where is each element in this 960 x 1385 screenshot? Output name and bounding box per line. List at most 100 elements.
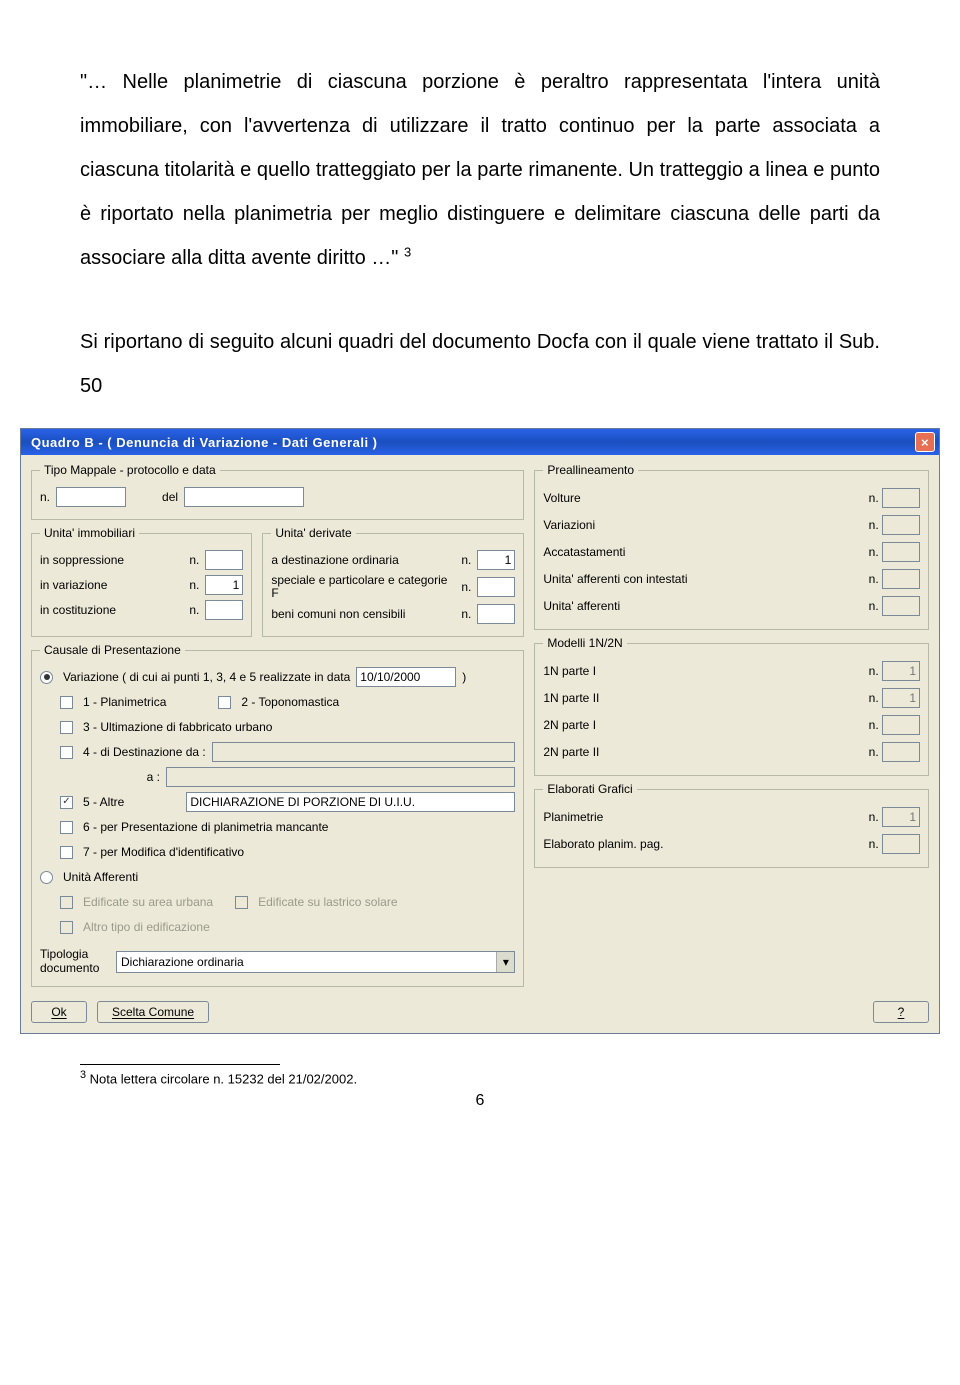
tipologia-doc-select[interactable]: Dichiarazione ordinaria ▾ — [116, 951, 515, 973]
quadro-b-window: Quadro B - ( Denuncia di Variazione - Da… — [20, 428, 940, 1034]
check-edif-solare — [235, 896, 248, 909]
unita-imm-label-0: in soppressione — [40, 553, 124, 567]
legend-elaborati: Elaborati Grafici — [543, 782, 636, 796]
footnote-area: 3 Nota lettera circolare n. 15232 del 21… — [0, 1034, 960, 1110]
ok-button[interactable]: Ok — [31, 1001, 87, 1023]
n-label: n. — [461, 607, 471, 621]
unita-der-label-2: beni comuni non censibili — [271, 607, 405, 621]
n-label: n. — [869, 572, 879, 586]
check-1-planimetrica[interactable] — [60, 696, 73, 709]
destinazione-to-input — [166, 767, 515, 787]
group-modelli: Modelli 1N/2N 1N parte I n. 1N parte II … — [534, 636, 929, 776]
radio-unita-afferenti[interactable] — [40, 871, 53, 884]
window-title: Quadro B - ( Denuncia di Variazione - Da… — [31, 435, 378, 450]
n-label: n. — [869, 810, 879, 824]
variazione-date-input[interactable] — [356, 667, 456, 687]
modelli-label-0: 1N parte I — [543, 664, 596, 678]
label-edif-solare: Edificate su lastrico solare — [258, 895, 397, 909]
label-4a: a : — [40, 770, 160, 784]
help-button[interactable]: ? — [873, 1001, 929, 1023]
n-label: n. — [869, 745, 879, 759]
unita-der-label-0: a destinazione ordinaria — [271, 553, 398, 567]
elab-input-0 — [882, 807, 920, 827]
group-elaborati: Elaborati Grafici Planimetrie n. Elabora… — [534, 782, 929, 868]
n-label: n. — [869, 691, 879, 705]
unita-imm-input-0[interactable] — [205, 550, 243, 570]
n-label: n. — [461, 580, 471, 594]
variazione-close-paren: ) — [462, 670, 466, 684]
n-label: n. — [189, 553, 199, 567]
modelli-input-2 — [882, 715, 920, 735]
modelli-label-2: 2N parte I — [543, 718, 596, 732]
label-unita-afferenti: Unità Afferenti — [63, 870, 138, 884]
modelli-label-1: 1N parte II — [543, 691, 599, 705]
elab-input-1 — [882, 834, 920, 854]
preall-label-3: Unita' afferenti con intestati — [543, 572, 687, 586]
radio-variazione[interactable] — [40, 671, 53, 684]
tipo-mappale-del-input[interactable] — [184, 487, 304, 507]
modelli-label-3: 2N parte II — [543, 745, 599, 759]
destinazione-from-input — [212, 742, 516, 762]
preall-label-2: Accatastamenti — [543, 545, 625, 559]
tipo-mappale-n-input[interactable] — [56, 487, 126, 507]
legend-modelli: Modelli 1N/2N — [543, 636, 626, 650]
unita-der-label-1: speciale e particolare e categorie F — [271, 574, 455, 600]
tipologia-doc-label: Tipologia documento — [40, 948, 110, 974]
label-2-toponomastica: 2 - Toponomastica — [241, 695, 339, 709]
footnote-ref: 3 — [404, 244, 411, 259]
n-label: n. — [869, 518, 879, 532]
label-1-planimetrica: 1 - Planimetrica — [83, 695, 166, 709]
preall-label-0: Volture — [543, 491, 580, 505]
n-label: n. — [461, 553, 471, 567]
unita-imm-input-1[interactable] — [205, 575, 243, 595]
close-button[interactable]: × — [915, 432, 935, 452]
legend-preallineamento: Preallineamento — [543, 463, 638, 477]
n-label: n. — [869, 718, 879, 732]
label-3-ultimazione: 3 - Ultimazione di fabbricato urbano — [83, 720, 272, 734]
check-5-altre[interactable] — [60, 796, 73, 809]
check-7-modifica-id[interactable] — [60, 846, 73, 859]
document-text: "… Nelle planimetrie di ciascuna porzion… — [0, 0, 960, 428]
window-titlebar: Quadro B - ( Denuncia di Variazione - Da… — [21, 429, 939, 455]
preall-input-0 — [882, 488, 920, 508]
check-3-ultimazione[interactable] — [60, 721, 73, 734]
unita-der-input-0[interactable] — [477, 550, 515, 570]
check-2-toponomastica[interactable] — [218, 696, 231, 709]
footnote-text: Nota lettera circolare n. 15232 del 21/0… — [90, 1071, 357, 1086]
n-label: n. — [869, 837, 879, 851]
unita-der-input-1[interactable] — [477, 577, 515, 597]
unita-imm-input-2[interactable] — [205, 600, 243, 620]
tipologia-doc-value: Dichiarazione ordinaria — [121, 955, 244, 969]
unita-imm-label-2: in costituzione — [40, 603, 116, 617]
elab-label-1: Elaborato planim. pag. — [543, 837, 663, 851]
chevron-down-icon: ▾ — [496, 952, 514, 972]
preall-input-1 — [882, 515, 920, 535]
modelli-input-1 — [882, 688, 920, 708]
n-label: n. — [869, 599, 879, 613]
preall-label-1: Variazioni — [543, 518, 595, 532]
group-unita-immobiliari: Unita' immobiliari in soppressione n. in… — [31, 526, 252, 637]
legend-unita-derivate: Unita' derivate — [271, 526, 355, 540]
label-edif-urbana: Edificate su area urbana — [83, 895, 213, 909]
paragraph-1: "… Nelle planimetrie di ciascuna porzion… — [80, 71, 880, 269]
scelta-comune-button[interactable]: Scelta Comune — [97, 1001, 209, 1023]
preall-input-4 — [882, 596, 920, 616]
check-4-destinazione[interactable] — [60, 746, 73, 759]
n-label: n. — [869, 664, 879, 678]
unita-der-input-2[interactable] — [477, 604, 515, 624]
page-number: 6 — [80, 1092, 880, 1110]
group-preallineamento: Preallineamento Volture n. Variazioni n.… — [534, 463, 929, 630]
paragraph-2: Si riportano di seguito alcuni quadri de… — [80, 331, 880, 397]
check-edif-urbana — [60, 896, 73, 909]
tipo-mappale-del-label: del — [162, 490, 178, 504]
altre-input[interactable] — [186, 792, 515, 812]
preall-label-4: Unita' afferenti — [543, 599, 620, 613]
label-6: 6 - per Presentazione di planimetria man… — [83, 820, 328, 834]
label-4-destinazione: 4 - di Destinazione da : — [83, 745, 206, 759]
elab-label-0: Planimetrie — [543, 810, 603, 824]
preall-input-2 — [882, 542, 920, 562]
check-6-planimetria-mancante[interactable] — [60, 821, 73, 834]
group-tipo-mappale: Tipo Mappale - protocollo e data n. del — [31, 463, 524, 520]
preall-input-3 — [882, 569, 920, 589]
n-label: n. — [869, 491, 879, 505]
